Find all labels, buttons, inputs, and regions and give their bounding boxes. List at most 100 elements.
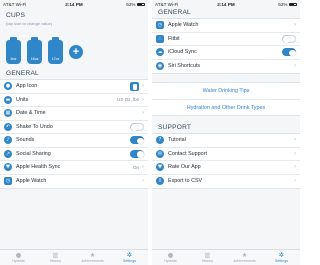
- support-section-title: SUPPORT: [158, 124, 192, 131]
- history-icon: ▥: [204, 251, 211, 259]
- chevron-right-icon: ›: [142, 83, 144, 90]
- mail-icon: ✉: [156, 149, 164, 158]
- chevron-right-icon: ›: [142, 178, 144, 185]
- tab-hydrate[interactable]: ● Hydrate: [152, 250, 189, 265]
- fitbit-icon: ⁘: [156, 34, 164, 43]
- tab-history[interactable]: ▥ History: [189, 250, 226, 265]
- battery-icon: [136, 2, 145, 7]
- row-icloud-sync: ☁ iCloud Sync: [152, 46, 300, 60]
- row-fitbit: ⁘ Fitbit: [152, 33, 300, 46]
- chevron-right-icon: ›: [294, 137, 296, 144]
- chevron-right-icon: ›: [294, 63, 296, 70]
- chevron-right-icon: ›: [142, 164, 144, 171]
- support-list: ? Tutorial › ✉ Contact Support › ♥ Rate …: [152, 133, 300, 189]
- cups-section-title: CUPS: [6, 12, 26, 19]
- cup-icon: 8oz: [6, 37, 21, 64]
- icloud-sync-toggle[interactable]: [282, 48, 296, 57]
- row-apple-watch[interactable]: ◷ Apple Watch ›: [0, 175, 148, 189]
- tab-settings[interactable]: ✲ Settings: [111, 250, 148, 265]
- row-tutorial[interactable]: ? Tutorial ›: [152, 134, 300, 148]
- social-sharing-toggle[interactable]: [130, 149, 144, 158]
- battery-icon: [288, 2, 297, 7]
- tab-settings[interactable]: ✲ Settings: [263, 250, 300, 265]
- app-icon-preview: [130, 81, 139, 91]
- carrier-label: AT&T Wi-Fi: [3, 2, 27, 7]
- tips-links: Water Drinking Tips Hydration and Other …: [152, 82, 300, 116]
- chevron-right-icon: ›: [142, 110, 144, 117]
- cup-16oz-button[interactable]: 16oz: [27, 37, 42, 64]
- row-apple-watch[interactable]: ◷ Apple Watch ›: [152, 19, 300, 33]
- sounds-toggle[interactable]: [130, 136, 144, 145]
- battery-label: 62%: [278, 2, 288, 7]
- cup-8oz-button[interactable]: 8oz: [6, 37, 21, 64]
- battery-label: 62%: [126, 2, 136, 7]
- row-app-icon[interactable]: ● App Icon ›: [0, 80, 148, 94]
- gear-icon: ✲: [278, 251, 285, 259]
- tab-bar: ● Hydrate ▥ History ★ Achievements ✲ Setting…: [0, 249, 148, 265]
- general-section-title: GENERAL: [6, 70, 39, 77]
- ruler-icon: ▬: [4, 95, 12, 104]
- row-siri-shortcuts[interactable]: ◉ Siri Shortcuts ›: [152, 60, 300, 74]
- general-section-title: GENERAL: [158, 9, 191, 16]
- water-drop-icon: ●: [4, 82, 12, 91]
- chevron-right-icon: ›: [294, 150, 296, 157]
- gear-icon: ✲: [126, 251, 133, 259]
- status-bar: AT&T Wi-Fi 2:14 PM 62%: [0, 0, 148, 9]
- drop-icon: ●: [15, 251, 22, 259]
- status-bar: AT&T Wi-Fi 2:14 PM 62%: [152, 0, 300, 9]
- fitbit-toggle[interactable]: [282, 34, 296, 43]
- row-shake-to-undo: ↶ Shake To Undo: [0, 121, 148, 134]
- tab-bar: ● Hydrate ▥ History ★ Achievements ✲ Setting…: [152, 249, 300, 265]
- right-screen: AT&T Wi-Fi 2:14 PM 62% GENERAL ◷ Apple W…: [152, 0, 300, 265]
- cups-row: 8oz 16oz 17oz +: [0, 30, 148, 64]
- tab-achievements[interactable]: ★ Achievements: [226, 250, 263, 265]
- heart-icon: ♥: [4, 163, 12, 172]
- clock-label: 2:14 PM: [65, 2, 83, 7]
- chevron-right-icon: ›: [142, 96, 144, 103]
- units-value: US Oz, lbs: [117, 97, 139, 103]
- general-settings-list: ◷ Apple Watch › ⁘ Fitbit ☁ iCloud Sync ◉…: [152, 18, 300, 74]
- cups-hint: (tap icon to change value): [6, 21, 53, 26]
- cup-icon: 17oz: [48, 37, 63, 64]
- watch-icon: ◷: [4, 177, 12, 186]
- row-rate-our-app[interactable]: ♥ Rate Our App ›: [152, 161, 300, 175]
- cloud-icon: ☁: [156, 48, 164, 57]
- shake-to-undo-toggle[interactable]: [130, 122, 144, 131]
- speaker-icon: ♪: [4, 136, 12, 145]
- water-drinking-tips-link[interactable]: Water Drinking Tips: [152, 83, 300, 99]
- row-social-sharing: ↗ Social Sharing: [0, 148, 148, 161]
- question-icon: ?: [156, 136, 164, 145]
- row-units[interactable]: ▬ Units US Oz, lbs ›: [0, 94, 148, 107]
- shake-icon: ↶: [4, 122, 12, 131]
- tab-achievements[interactable]: ★ Achievements: [74, 250, 111, 265]
- calendar-icon: ▦: [4, 109, 12, 118]
- siri-icon: ◉: [156, 62, 164, 71]
- cup-17oz-button[interactable]: 17oz: [48, 37, 63, 64]
- row-export-csv[interactable]: ⇪ Export to CSV ›: [152, 175, 300, 189]
- watch-icon: ◷: [156, 21, 164, 30]
- tab-history[interactable]: ▥ History: [37, 250, 74, 265]
- general-settings-list: ● App Icon › ▬ Units US Oz, lbs › ▦ Date…: [0, 79, 148, 189]
- share-icon: ↗: [4, 149, 12, 158]
- chevron-right-icon: ›: [294, 178, 296, 185]
- row-sounds: ♪ Sounds: [0, 134, 148, 148]
- cup-icon: 16oz: [27, 37, 42, 64]
- left-screen: AT&T Wi-Fi 2:14 PM 62% CUPS (tap icon to…: [0, 0, 148, 265]
- health-sync-value: On: [132, 164, 139, 170]
- star-icon: ★: [89, 251, 96, 259]
- add-cup-button[interactable]: +: [69, 45, 83, 59]
- tab-hydrate[interactable]: ● Hydrate: [0, 250, 37, 265]
- row-apple-health-sync[interactable]: ♥ Apple Health Sync On ›: [0, 161, 148, 175]
- drop-icon: ●: [167, 251, 174, 259]
- chevron-right-icon: ›: [294, 164, 296, 171]
- export-icon: ⇪: [156, 177, 164, 186]
- row-contact-support[interactable]: ✉ Contact Support ›: [152, 148, 300, 161]
- row-date-time[interactable]: ▦ Date & Time ›: [0, 107, 148, 121]
- star-icon: ★: [241, 251, 248, 259]
- history-icon: ▥: [52, 251, 59, 259]
- heart-icon: ♥: [156, 163, 164, 172]
- carrier-label: AT&T Wi-Fi: [155, 2, 179, 7]
- chevron-right-icon: ›: [294, 22, 296, 29]
- clock-label: 2:14 PM: [217, 2, 235, 7]
- hydration-drink-types-link[interactable]: Hydration and Other Drink Types: [152, 99, 300, 115]
